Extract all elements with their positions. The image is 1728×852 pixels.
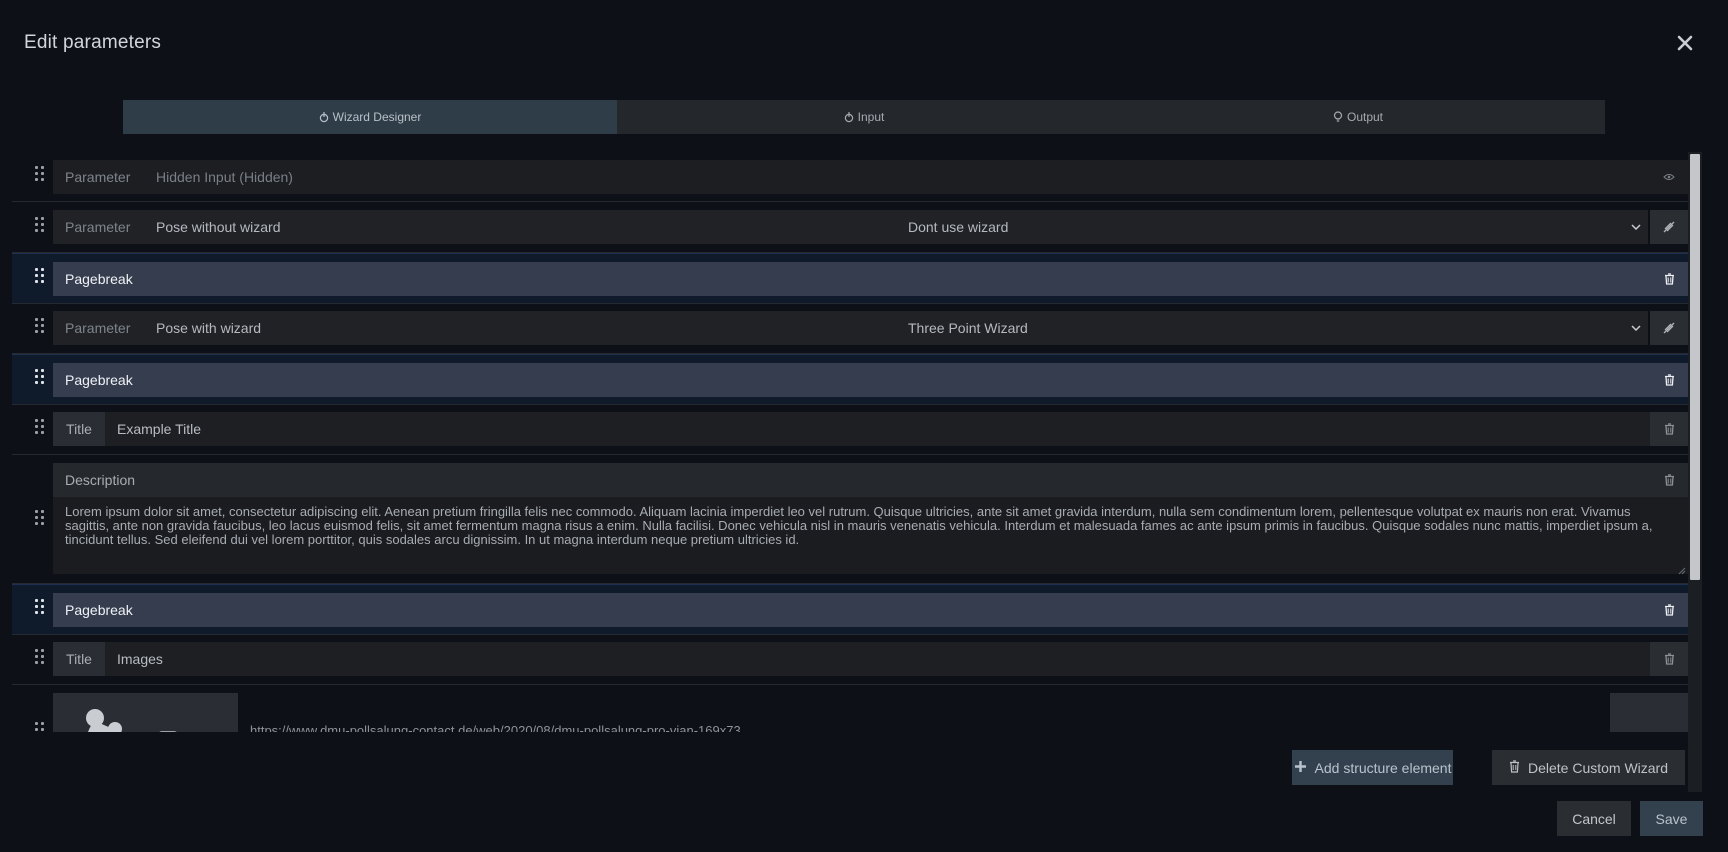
row-pagebreak: Pagebreak [12,253,1688,304]
wizard-select[interactable]: Three Point Wizard [896,311,1648,345]
plus-icon [1294,760,1307,776]
close-icon[interactable] [1674,32,1696,54]
description-text: Lorem ipsum dolor sit amet, consectetur … [65,504,1653,547]
chevron-down-icon [1624,224,1648,230]
description-label: Description [65,472,136,488]
add-structure-element-label: Add structure element [1314,759,1452,776]
logo-icon [86,709,177,732]
drag-handle-icon[interactable] [35,217,45,235]
pagebreak-bar: Pagebreak [53,363,1688,397]
add-structure-element-button[interactable]: Add structure element [1292,750,1453,785]
scrollbar-thumb[interactable] [1690,154,1700,580]
row-image: https://www.dmu-pollsalung-contact.de/we… [12,685,1688,732]
tab-input[interactable]: Input [617,100,1111,134]
parameter-value: Pose with wizard [156,320,262,336]
title-input[interactable]: Images [105,642,1650,676]
tab-output[interactable]: Output [1111,100,1605,134]
parameter-tag: Parameter [65,320,131,336]
row-pose-with-wizard: Parameter Pose with wizard Three Point W… [12,303,1688,354]
drag-handle-icon[interactable] [35,318,45,336]
no-link-icon[interactable] [1650,210,1688,244]
trash-icon [1509,759,1520,776]
lightbulb-icon [1333,111,1343,123]
parameter-value: Hidden Input (Hidden) [156,169,293,185]
title-input[interactable]: Example Title [105,412,1650,446]
drag-handle-icon[interactable] [35,649,45,667]
description-header: Description [53,463,1688,497]
parameter-tag: Parameter [65,219,131,235]
drag-handle-icon[interactable] [35,722,45,732]
trash-icon[interactable] [1650,642,1688,676]
trash-icon[interactable] [1650,412,1688,446]
drag-handle-icon[interactable] [35,419,45,437]
wizard-select-value: Three Point Wizard [908,320,1028,336]
save-button[interactable]: Save [1640,801,1703,836]
row-title: Title Example Title [12,404,1688,455]
description-textarea[interactable]: Lorem ipsum dolor sit amet, consectetur … [53,497,1688,575]
row-description: Description Lorem ipsum dolor sit amet, … [12,455,1688,584]
image-url: https://www.dmu-pollsalung-contact.de/we… [250,723,741,732]
tab-label: Wizard Designer [332,110,422,124]
no-link-icon[interactable] [1650,311,1688,345]
delete-custom-wizard-label: Delete Custom Wizard [1527,759,1669,776]
tab-label: Output [1346,110,1384,124]
tab-bar: Wizard Designer Input Output [123,100,1605,134]
wand-icon [319,111,329,123]
drag-handle-icon[interactable] [35,369,45,387]
modal-title: Edit parameters [24,32,162,53]
wizard-select[interactable]: Dont use wizard [896,210,1648,244]
image-thumbnail [53,693,238,732]
parameter-value: Pose without wizard [156,219,281,235]
row-pose-without-wizard: Parameter Pose without wizard Dont use w… [12,202,1688,253]
pagebreak-label: Pagebreak [65,271,133,287]
parameter-field [53,160,1688,194]
trash-icon[interactable] [1650,474,1688,486]
scrollbar[interactable] [1688,152,1702,792]
row-pagebreak: Pagebreak [12,584,1688,635]
structure-list[interactable]: Parameter Hidden Input (Hidden) Paramete… [12,152,1692,732]
trash-icon[interactable] [1650,273,1688,285]
row-hidden-input: Parameter Hidden Input (Hidden) [12,152,1688,202]
parameter-tag: Parameter [65,169,131,185]
resize-handle-icon[interactable] [1678,564,1686,575]
trash-icon[interactable] [1650,374,1688,386]
cancel-button[interactable]: Cancel [1557,801,1631,836]
drag-handle-icon[interactable] [35,268,45,286]
chevron-down-icon [1624,325,1648,331]
pagebreak-bar: Pagebreak [53,593,1688,627]
tab-label: Input [857,110,885,124]
wizard-select-value: Dont use wizard [908,219,1009,235]
pagebreak-bar: Pagebreak [53,262,1688,296]
drag-handle-icon[interactable] [35,599,45,617]
wand-icon [844,111,854,123]
pagebreak-label: Pagebreak [65,602,133,618]
title-tag: Title [53,642,105,676]
tab-wizard-designer[interactable]: Wizard Designer [123,100,617,134]
drag-handle-icon[interactable] [35,166,45,184]
delete-custom-wizard-button[interactable]: Delete Custom Wizard [1492,750,1685,785]
drag-handle-icon[interactable] [35,510,45,528]
eye-icon[interactable] [1650,160,1688,194]
row-title: Title Images [12,634,1688,685]
image-actions[interactable] [1610,693,1688,732]
pagebreak-label: Pagebreak [65,372,133,388]
trash-icon[interactable] [1650,604,1688,616]
title-tag: Title [53,412,105,446]
row-pagebreak: Pagebreak [12,354,1688,405]
